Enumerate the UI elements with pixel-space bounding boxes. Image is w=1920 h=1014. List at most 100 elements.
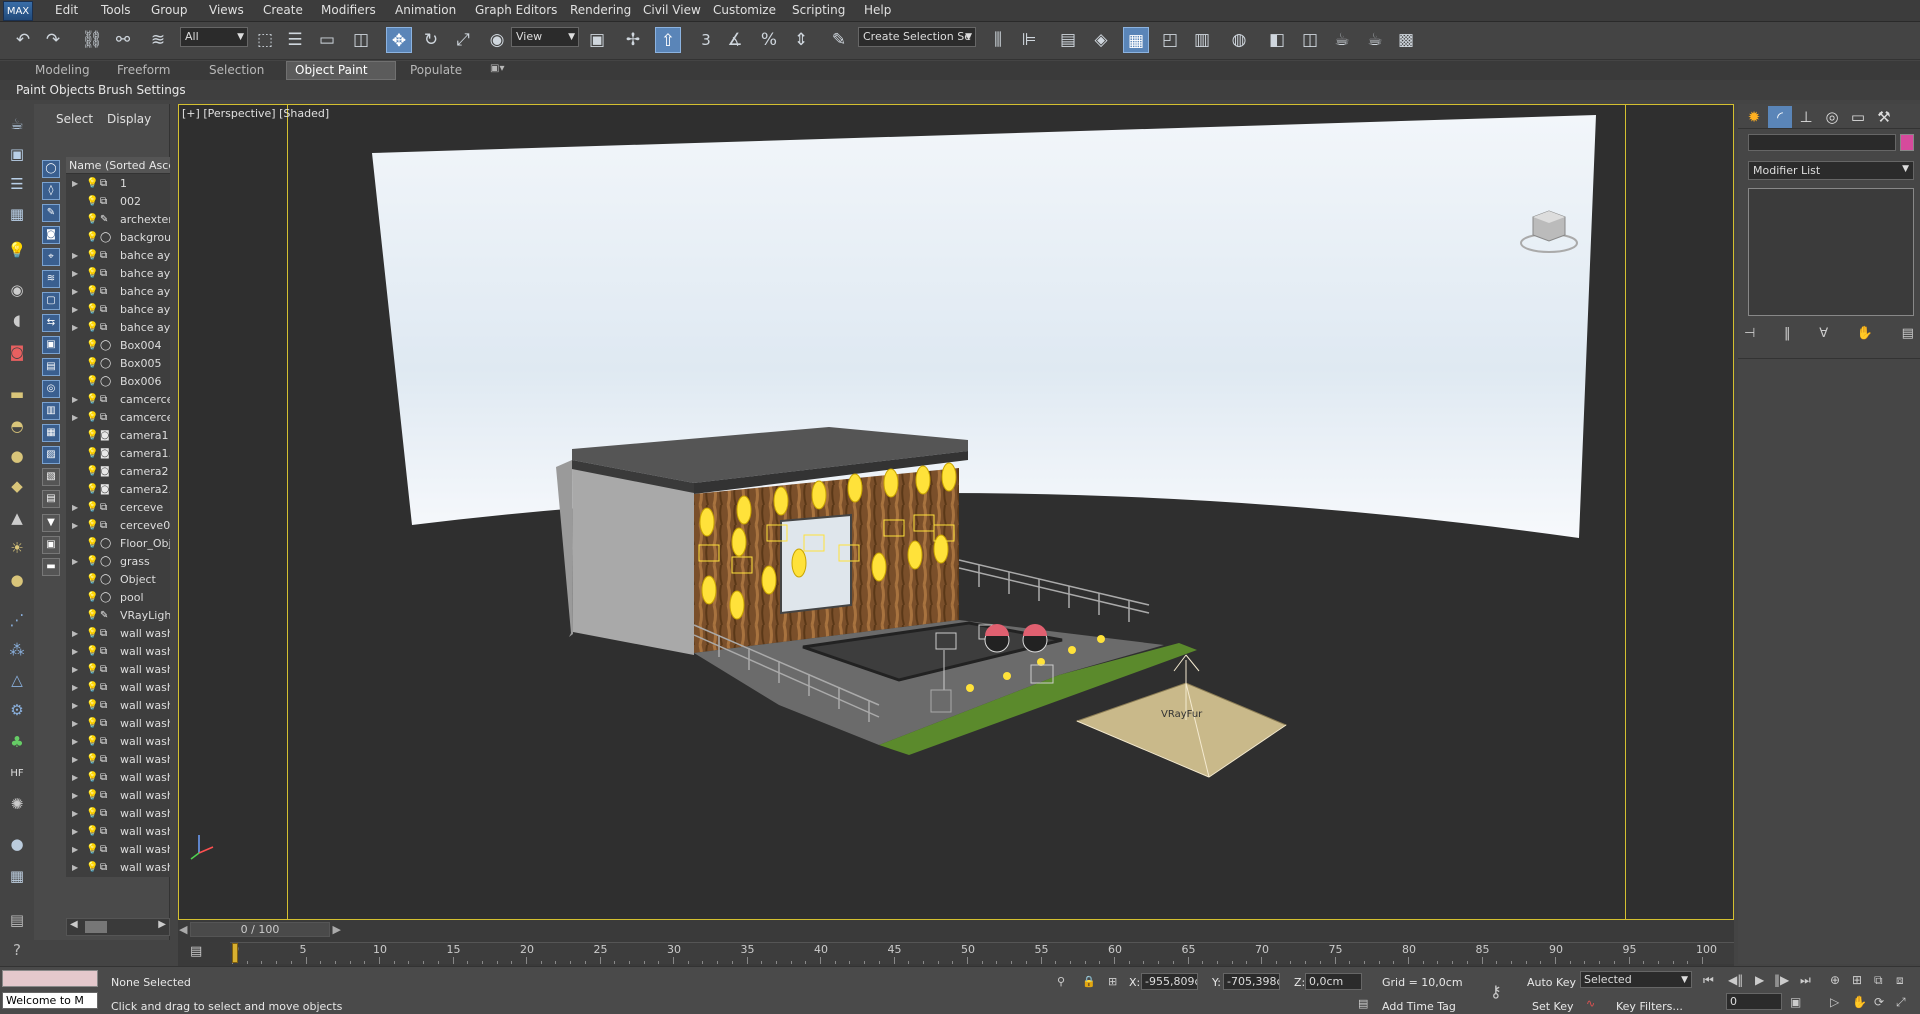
configure-sets-icon[interactable]: ▤: [1902, 326, 1914, 341]
light-bulb-icon[interactable]: 💡: [86, 247, 98, 265]
set-key-icon[interactable]: ∿: [1586, 997, 1595, 1010]
curve-editor-icon[interactable]: ◰: [1157, 27, 1183, 53]
list-item[interactable]: ▶ 💡⧉ wall washer: [66, 859, 170, 877]
render-in-cloud-icon[interactable]: ▩: [1393, 27, 1419, 53]
maximize-viewport-icon[interactable]: ⤢: [1896, 995, 1906, 1010]
expand-arrow-icon[interactable]: ▶: [72, 499, 78, 517]
light-bulb-icon[interactable]: 💡: [86, 391, 98, 409]
camera-icon[interactable]: ◙: [7, 342, 27, 362]
light-bulb-icon[interactable]: 💡: [86, 715, 98, 733]
light-bulb-icon[interactable]: 💡: [86, 409, 98, 427]
menu-tools[interactable]: Tools: [101, 3, 131, 17]
filter-hidden-icon[interactable]: ▥: [42, 402, 60, 420]
expand-arrow-icon[interactable]: ▶: [72, 805, 78, 823]
render-icon[interactable]: ▣: [7, 144, 27, 164]
light-bulb-icon[interactable]: 💡: [86, 805, 98, 823]
expand-arrow-icon[interactable]: ▶: [72, 841, 78, 859]
modify-tab-icon[interactable]: ◜: [1768, 106, 1792, 128]
zoom-extents-all-icon[interactable]: ⧈: [1896, 973, 1904, 988]
light-bulb-icon[interactable]: 💡: [86, 535, 98, 553]
undo-icon[interactable]: ↶: [10, 27, 36, 53]
time-prev-icon[interactable]: ◀: [179, 923, 187, 936]
molecule-icon[interactable]: ⁂: [7, 640, 27, 660]
list-item[interactable]: ▶ 💡⧉ bahce aydinlatma: [66, 265, 170, 283]
light-bulb-icon[interactable]: 💡: [86, 751, 98, 769]
list-item[interactable]: ▶ 💡⧉ wall washer: [66, 751, 170, 769]
list-item[interactable]: ▶ 💡⧉ bahce aydinlatma: [66, 319, 170, 337]
sphere-icon[interactable]: ●: [7, 446, 27, 466]
list-item[interactable]: 💡✎ archexteriors: [66, 211, 170, 229]
zoom-all-icon[interactable]: ⊞: [1852, 973, 1862, 987]
utilities-tab-icon[interactable]: ⚒: [1872, 106, 1896, 128]
time-config-icon[interactable]: ▣: [1790, 995, 1801, 1009]
brush-settings-panel[interactable]: Brush Settings: [98, 83, 186, 97]
light-bulb-icon[interactable]: 💡: [86, 553, 98, 571]
list-item[interactable]: ▶ 💡⧉ wall washer: [66, 787, 170, 805]
filter-lights-icon[interactable]: ✎: [42, 204, 60, 222]
maxscript-listener-top[interactable]: [2, 970, 98, 987]
display-all-icon[interactable]: ▦: [42, 424, 60, 442]
current-time-marker[interactable]: [232, 943, 238, 963]
rect-selection-icon[interactable]: ▭: [314, 27, 340, 53]
light-bulb-icon[interactable]: 💡: [86, 769, 98, 787]
fx-icon[interactable]: ✺: [7, 794, 27, 814]
mesh-icon[interactable]: △: [7, 670, 27, 690]
help-icon[interactable]: ?: [7, 940, 27, 960]
viewport-menu-plus[interactable]: [+]: [182, 107, 200, 120]
use-pivot-icon[interactable]: ▣: [584, 27, 610, 53]
go-to-start-icon[interactable]: ⏮: [1703, 973, 1714, 988]
light-bulb-icon[interactable]: 💡: [86, 607, 98, 625]
expand-arrow-icon[interactable]: ▶: [72, 859, 78, 877]
edit-named-selection-icon[interactable]: ✎: [826, 27, 852, 53]
object-name-field[interactable]: [1748, 134, 1896, 151]
filter-groups-icon[interactable]: ▢: [42, 292, 60, 310]
render-setup-icon[interactable]: ◧: [1264, 27, 1290, 53]
expand-arrow-icon[interactable]: ▶: [72, 247, 78, 265]
grid-icon[interactable]: ▦: [7, 866, 27, 886]
menu-rendering[interactable]: Rendering: [570, 3, 631, 17]
list-item[interactable]: ▶ 💡⧉ wall washer: [66, 841, 170, 859]
list-item[interactable]: 💡 ◯ Box006: [66, 373, 170, 391]
orbit-icon[interactable]: ⟳: [1874, 995, 1884, 1009]
list-item[interactable]: ▶ 💡⧉ wall washer: [66, 679, 170, 697]
list-icon[interactable]: ☰: [7, 174, 27, 194]
light-bulb-icon[interactable]: 💡: [86, 193, 98, 211]
light-bulb-icon[interactable]: 💡: [86, 427, 98, 445]
object-color-swatch[interactable]: [1900, 134, 1914, 151]
light-bulb-icon[interactable]: 💡: [7, 240, 27, 260]
set-key-button[interactable]: Set Key: [1532, 1000, 1574, 1013]
modifier-stack[interactable]: [1748, 188, 1914, 316]
hedra-icon[interactable]: ◆: [7, 476, 27, 496]
scroll-thumb[interactable]: [85, 921, 107, 933]
menu-modifiers[interactable]: Modifiers: [321, 3, 376, 17]
redo-icon[interactable]: ↷: [40, 27, 66, 53]
selection-filter-dropdown[interactable]: All ▼: [180, 27, 248, 47]
absolute-mode-icon[interactable]: ⊞: [1108, 975, 1117, 988]
selection-lock-icon[interactable]: 🔒: [1082, 975, 1096, 988]
list-item[interactable]: ▶ 💡⧉ bahce aydinlatma: [66, 247, 170, 265]
list-item[interactable]: ▶ 💡⧉ bahce aydinlatma: [66, 301, 170, 319]
light-bulb-icon[interactable]: 💡: [86, 661, 98, 679]
hair-fur-icon[interactable]: HF: [7, 764, 27, 784]
list-item[interactable]: ▶ 💡⧉ wall washer: [66, 661, 170, 679]
filter-helpers-icon[interactable]: ⌖: [42, 248, 60, 266]
light-bulb-icon[interactable]: 💡: [86, 301, 98, 319]
tab-modeling[interactable]: Modeling: [27, 63, 98, 77]
light-bulb-icon[interactable]: 💡: [86, 625, 98, 643]
filter-spacewarps-icon[interactable]: ≋: [42, 270, 60, 288]
light-bulb-icon[interactable]: 💡: [86, 643, 98, 661]
list-item[interactable]: ▶ 💡 ◯ grass: [66, 553, 170, 571]
list-header-name[interactable]: Name (Sorted Ascending): [66, 157, 170, 174]
perspective-viewport[interactable]: VRayFur: [178, 104, 1734, 920]
menu-group[interactable]: Group: [151, 3, 188, 17]
key-filters-button[interactable]: Key Filters...: [1616, 1000, 1683, 1013]
filter-frozen-icon[interactable]: ◎: [42, 380, 60, 398]
list-item[interactable]: 💡 ◯ Box004: [66, 337, 170, 355]
list-item[interactable]: 💡◯ Floor_Object: [66, 535, 170, 553]
app-logo-button[interactable]: MAX: [3, 1, 33, 21]
keyboard-shortcut-override-icon[interactable]: ⇧: [655, 27, 681, 53]
list-item[interactable]: ▶ 💡 ⧉ 1: [66, 175, 170, 193]
named-selection-set-dropdown[interactable]: Create Selection Se ▼: [858, 27, 976, 47]
mini-curve-editor-icon[interactable]: ▤: [190, 944, 210, 962]
list-item[interactable]: ▶ 💡⧉ wall washer: [66, 715, 170, 733]
